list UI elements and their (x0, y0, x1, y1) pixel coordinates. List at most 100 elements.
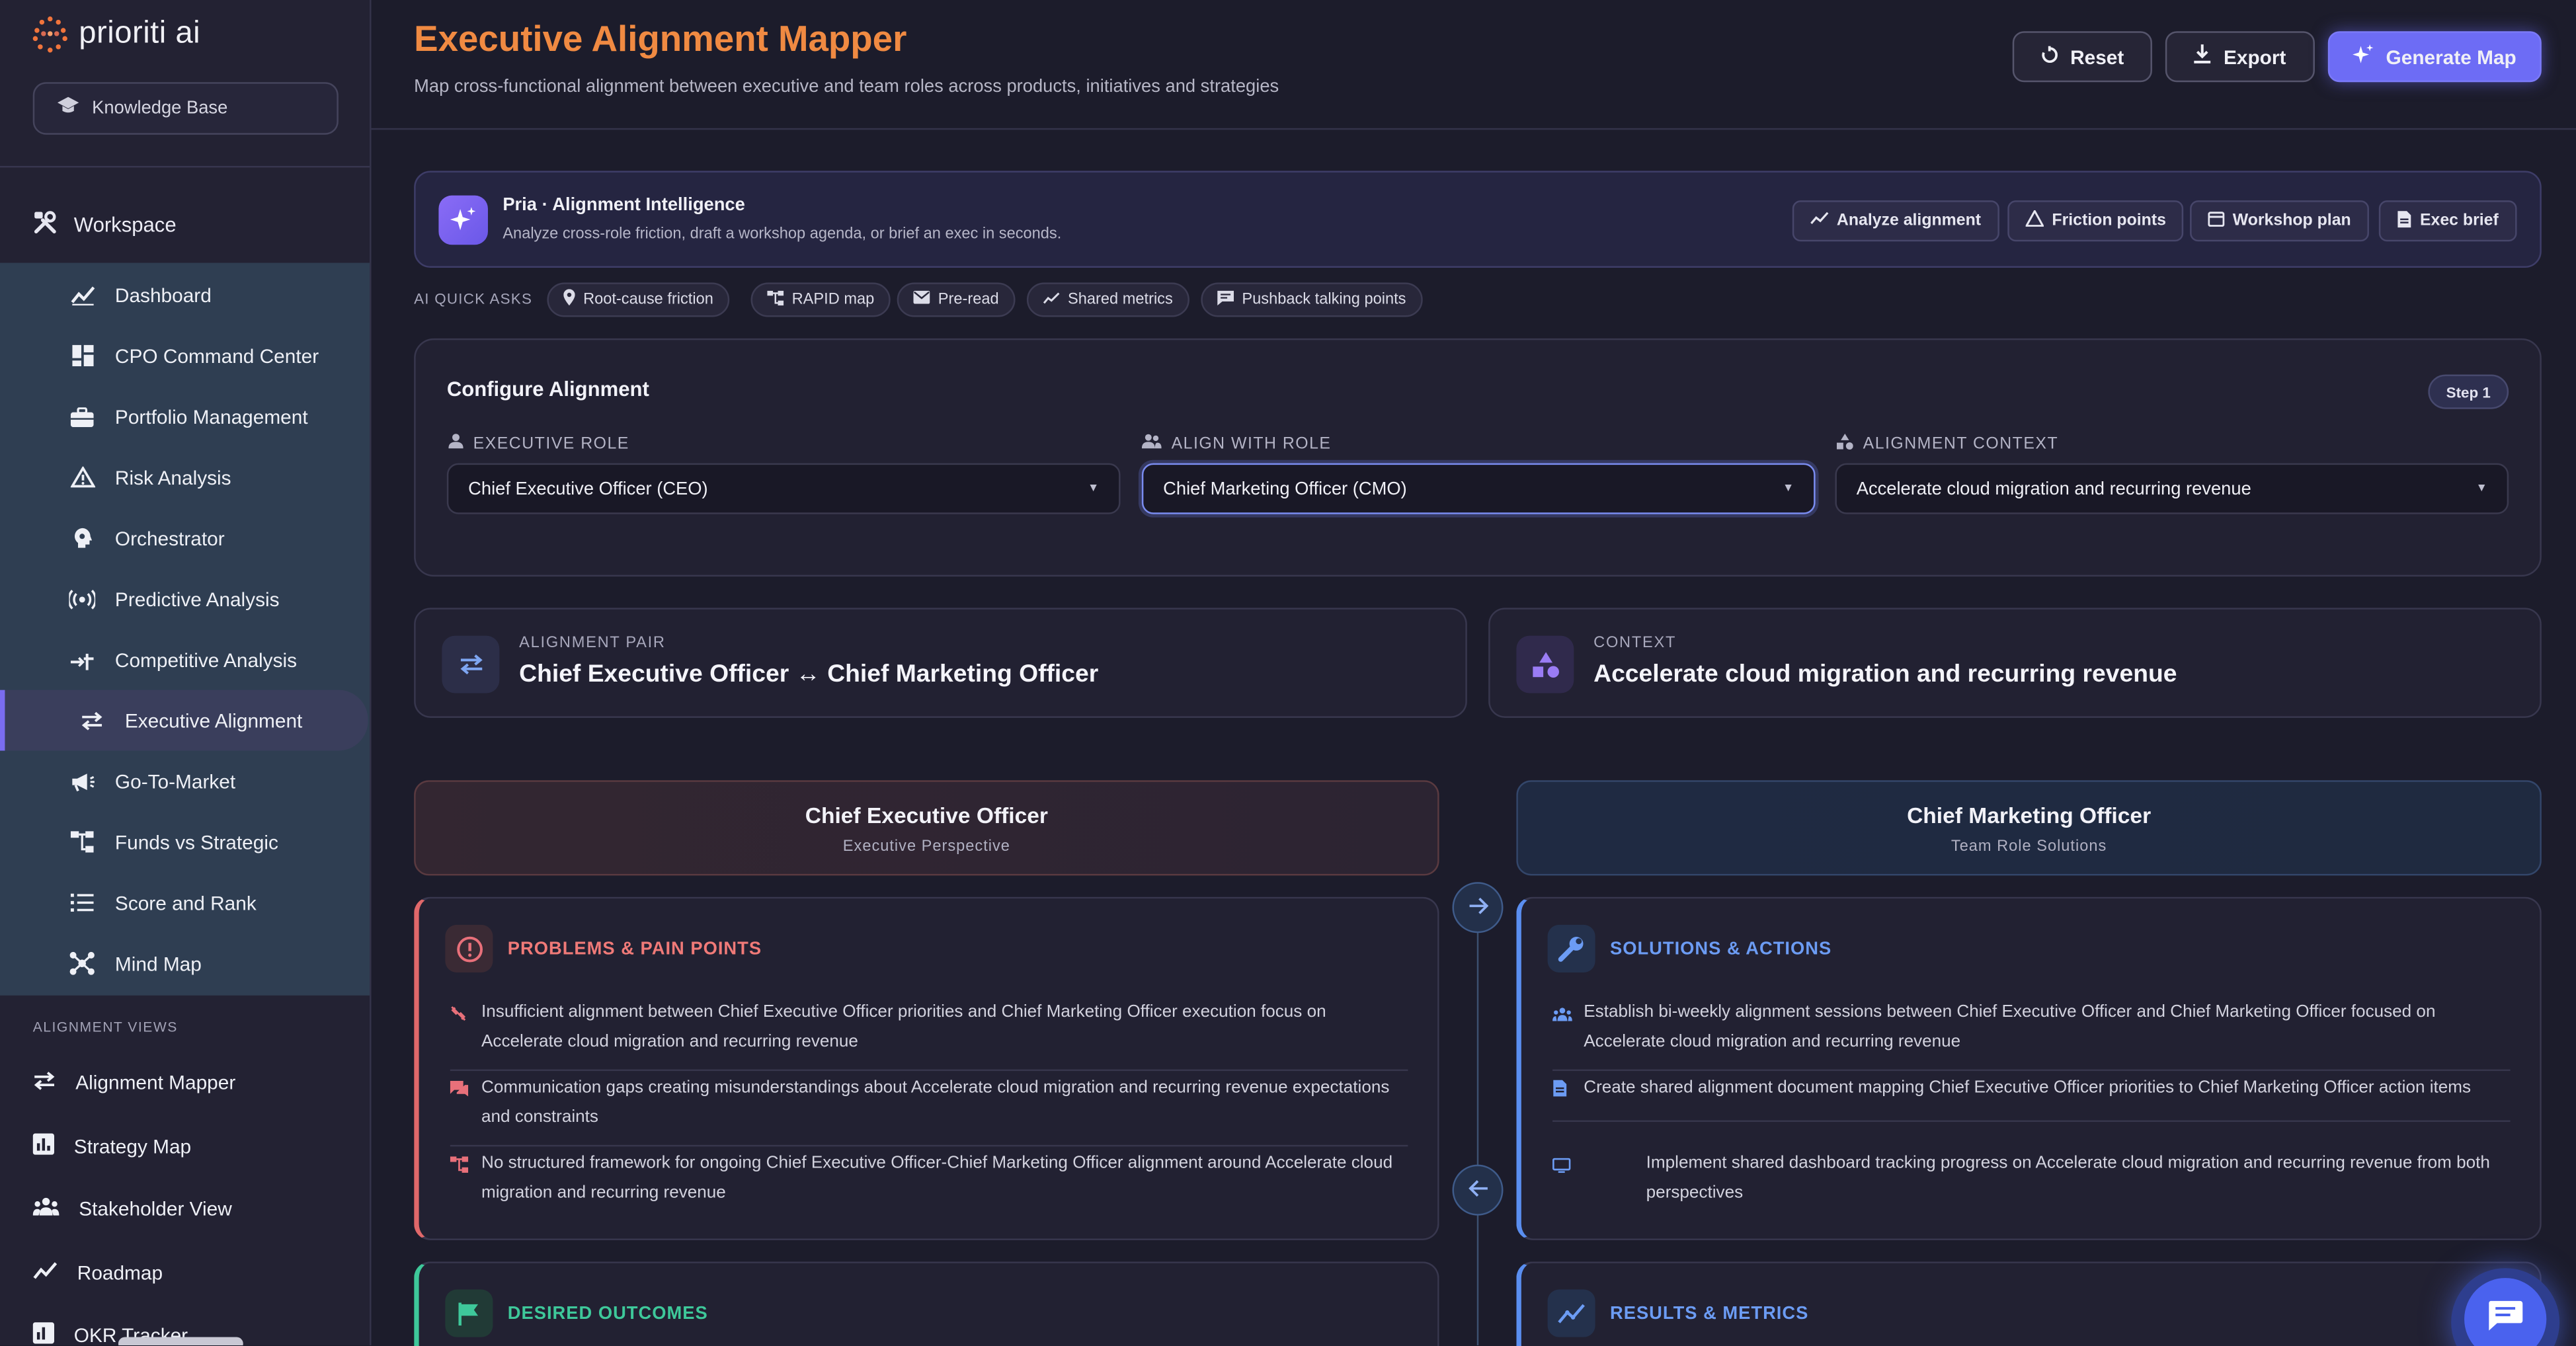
executive-role-header: Chief Executive Officer Executive Perspe… (414, 780, 1439, 876)
people-icon (1141, 434, 1162, 454)
sidebar-item-mind-map[interactable]: Mind Map (0, 933, 370, 994)
align-with-role-select[interactable]: Chief Marketing Officer (CMO) ▼ (1141, 463, 1816, 514)
mail-icon (913, 290, 930, 309)
sidebar-item-label: Executive Alignment (124, 709, 303, 732)
solution-item: Create shared alignment document mapping… (1552, 1073, 2511, 1123)
app-root: prioriti ai Knowledge Base Workspace Das… (0, 0, 2576, 1346)
align-with-role-label: ALIGN WITH ROLE (1141, 434, 1332, 454)
context-label: CONTEXT (1593, 634, 1677, 653)
problem-text: Communication gaps creating misunderstan… (481, 1077, 1390, 1127)
generate-map-button[interactable]: Generate Map (2327, 31, 2542, 83)
problems-card: PROBLEMS & PAIN POINTS Insufficient alig… (414, 896, 1439, 1240)
chip-shared-metrics[interactable]: Shared metrics (1026, 282, 1189, 317)
export-label: Export (2224, 45, 2286, 69)
brand-name: prioriti ai (79, 16, 201, 52)
connector-line (1476, 931, 1479, 1345)
dashboard-icon (69, 342, 95, 369)
trend-icon (33, 1261, 58, 1285)
chip-rapid-map[interactable]: RAPID map (750, 282, 891, 317)
solutions-card-header: SOLUTIONS & ACTIONS (1547, 924, 1832, 972)
sidebar-item-risk-analysis[interactable]: Risk Analysis (0, 447, 370, 508)
reset-icon (2040, 45, 2058, 68)
logo-dots-icon (32, 16, 69, 53)
knowledge-base-button[interactable]: Knowledge Base (32, 82, 339, 135)
exec-brief-button[interactable]: Exec brief (2378, 200, 2517, 242)
sidebar-item-predictive-analysis[interactable]: Predictive Analysis (0, 569, 370, 629)
chip-label: Root-cause friction (583, 290, 713, 309)
export-button[interactable]: Export (2165, 31, 2315, 83)
context-card: CONTEXT Accelerate cloud migration and r… (1488, 608, 2542, 718)
link-off-icon (450, 997, 468, 1056)
chip-pre-read[interactable]: Pre-read (897, 282, 1016, 317)
hierarchy-icon (450, 1148, 469, 1207)
exec-brief-label: Exec brief (2419, 212, 2499, 230)
sidebar-scrollbar[interactable] (118, 1337, 243, 1345)
analytics-icon (1547, 1289, 1595, 1337)
problem-text: Insufficient alignment between Chief Exe… (481, 1002, 1326, 1052)
field-label-text: ALIGN WITH ROLE (1171, 434, 1332, 453)
alignment-views-heading: ALIGNMENT VIEWS (32, 1018, 178, 1035)
warning-icon (69, 464, 95, 491)
page-title: Executive Alignment Mapper (414, 18, 907, 59)
workshop-plan-button[interactable]: Workshop plan (2190, 200, 2370, 242)
people-icon (32, 1197, 60, 1220)
solution-text: Create shared alignment document mapping… (1584, 1077, 2472, 1097)
arrow-right-button[interactable] (1452, 882, 1504, 933)
sidebar-item-portfolio-management[interactable]: Portfolio Management (0, 386, 370, 447)
sparkle-icon (438, 195, 488, 245)
chip-pushback-talking-points[interactable]: Pushback talking points (1201, 282, 1423, 317)
executive-role-select[interactable]: Chief Executive Officer (CEO) ▼ (446, 463, 1121, 514)
swap-icon (33, 1070, 56, 1095)
quick-asks-label: AI QUICK ASKS (414, 290, 533, 307)
field-label-text: ALIGNMENT CONTEXT (1863, 435, 2059, 454)
sidebar-item-label: Mind Map (114, 951, 202, 975)
sidebar-item-funds-vs-strategic[interactable]: Funds vs Strategic (0, 811, 370, 872)
compare-icon (69, 647, 95, 673)
arrow-left-button[interactable] (1452, 1164, 1504, 1216)
trend-icon (69, 282, 95, 308)
alignment-context-select[interactable]: Accelerate cloud migration and recurring… (1835, 463, 2509, 514)
friction-points-label: Friction points (2052, 212, 2166, 230)
sidebar-item-go-to-market[interactable]: Go-To-Market (0, 751, 370, 812)
pria-description: Analyze cross-role friction, draft a wor… (503, 225, 1062, 243)
view-item-alignment-mapper[interactable]: Alignment Mapper (33, 1058, 236, 1107)
problems-title: PROBLEMS & PAIN POINTS (507, 939, 762, 959)
reset-button[interactable]: Reset (2012, 31, 2152, 83)
analyze-alignment-button[interactable]: Analyze alignment (1792, 200, 1999, 242)
chat-icon (1217, 290, 1234, 310)
alignment-context-label: ALIGNMENT CONTEXT (1836, 433, 2059, 455)
sidebar-item-competitive-analysis[interactable]: Competitive Analysis (0, 629, 370, 690)
sidebar-divider (0, 165, 370, 168)
executive-role-subtitle: Executive Perspective (842, 838, 1010, 856)
sidebar-item-label: Risk Analysis (114, 465, 231, 489)
sidebar-item-dashboard[interactable]: Dashboard (0, 264, 370, 325)
solution-text: Establish bi-weekly alignment sessions b… (1584, 1002, 2436, 1052)
download-icon (2194, 44, 2212, 69)
chip-label: Pre-read (938, 290, 999, 309)
sidebar-item-executive-alignment[interactable]: Executive Alignment (0, 690, 368, 751)
view-item-stakeholder-view[interactable]: Stakeholder View (32, 1184, 232, 1234)
friction-points-button[interactable]: Friction points (2007, 200, 2185, 242)
solutions-title: SOLUTIONS & ACTIONS (1610, 939, 1832, 959)
chevron-down-icon: ▼ (2475, 483, 2487, 495)
workspace-header[interactable]: Workspace (33, 210, 177, 240)
sidebar-item-score-and-rank[interactable]: Score and Rank (0, 872, 370, 933)
view-item-roadmap[interactable]: Roadmap (33, 1248, 163, 1298)
sidebar-item-orchestrator[interactable]: Orchestrator (0, 508, 370, 569)
select-value: Accelerate cloud migration and recurring… (1856, 479, 2251, 499)
shapes-icon (1516, 635, 1574, 693)
chip-root-cause-friction[interactable]: Root-cause friction (547, 282, 730, 317)
list-icon (69, 889, 95, 916)
brand-logo[interactable]: prioriti ai (32, 13, 201, 56)
generate-map-label: Generate Map (2386, 45, 2516, 69)
view-item-strategy-map[interactable]: Strategy Map (32, 1122, 191, 1171)
radar-icon (69, 586, 96, 612)
select-value: Chief Marketing Officer (CMO) (1163, 479, 1407, 499)
sidebar: prioriti ai Knowledge Base Workspace Das… (0, 0, 372, 1345)
chat-icon (450, 1073, 469, 1132)
problem-item: Insufficient alignment between Chief Exe… (450, 997, 1408, 1072)
chevron-down-icon: ▼ (1783, 483, 1794, 495)
chat-fab-inner (2464, 1278, 2547, 1346)
sidebar-item-cpo-command-center[interactable]: CPO Command Center (0, 325, 370, 386)
solution-text: Implement shared dashboard tracking prog… (1646, 1153, 2490, 1203)
